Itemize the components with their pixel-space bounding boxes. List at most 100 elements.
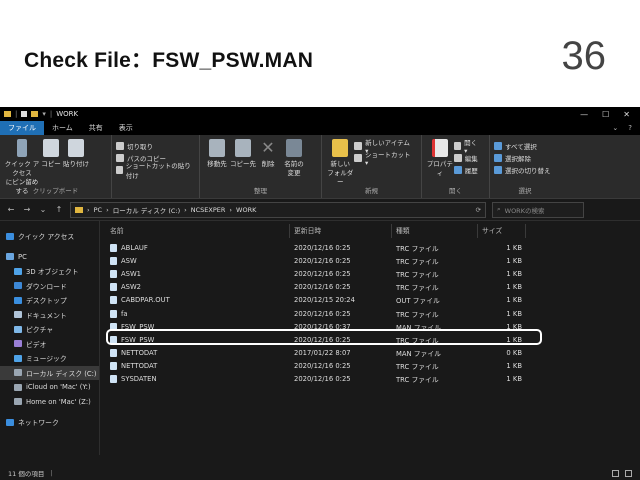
- file-row[interactable]: ABLAUF 2020/12/16 0:25 TRC ファイル 1 KB: [100, 241, 640, 254]
- invert-selection-button[interactable]: 選択の切り替え: [494, 165, 551, 175]
- file-row[interactable]: CABDPAR.OUT 2020/12/15 20:24 OUT ファイル 1 KB: [100, 294, 640, 307]
- ribbon-tabs: ファイル ホーム 共有 表示 ⌄ ?: [0, 121, 640, 135]
- breadcrumb-work[interactable]: WORK: [236, 206, 256, 214]
- shortcut-icon: [354, 154, 362, 162]
- breadcrumb-pc[interactable]: PC: [94, 206, 102, 214]
- sidebar-item[interactable]: iCloud on 'Mac' (Y:): [0, 380, 99, 395]
- address-bar[interactable]: › PC › ローカル ディスク (C:) › NCSEXPER › WORK …: [70, 201, 486, 218]
- column-type-header[interactable]: 種類: [392, 224, 478, 238]
- sidebar-item[interactable]: デスクトップ: [0, 293, 99, 308]
- file-icon: [110, 375, 117, 384]
- file-row[interactable]: SYSDATEN 2020/12/16 0:25 TRC ファイル 1 KB: [100, 373, 640, 386]
- invert-selection-icon: [494, 166, 502, 174]
- quick-access-dropdown-icon[interactable]: ▾: [42, 110, 46, 118]
- refresh-icon[interactable]: ⟳: [476, 206, 481, 214]
- slide-page-number: 36: [561, 34, 607, 78]
- file-size: 1 KB: [506, 243, 522, 252]
- file-name-cell: fa: [100, 309, 290, 318]
- item-count: 11 個の項目: [8, 470, 45, 478]
- sidebar-item[interactable]: PC: [0, 250, 99, 265]
- sidebar-item-label: 3D オブジェクト: [26, 268, 79, 277]
- history-label: 履歴: [464, 167, 478, 175]
- history-button[interactable]: 履歴: [453, 165, 481, 175]
- select-all-label: すべて選択: [505, 143, 537, 151]
- sidebar-item-label: ドキュメント: [26, 311, 67, 320]
- file-icon: [110, 296, 117, 305]
- select-none-button[interactable]: 選択解除: [494, 153, 551, 163]
- sidebar-item[interactable]: ビデオ: [0, 337, 99, 352]
- tab-view[interactable]: 表示: [111, 121, 141, 135]
- file-date: 2020/12/16 0:25: [294, 375, 351, 384]
- file-icon: [110, 309, 117, 318]
- file-row[interactable]: NETTODAT 2017/01/22 8:07 MAN ファイル 0 KB: [100, 347, 640, 360]
- new-folder-icon[interactable]: [31, 111, 39, 117]
- file-date: 2020/12/16 0:25: [294, 362, 351, 371]
- file-type: TRC ファイル: [396, 270, 439, 279]
- tab-file[interactable]: ファイル: [0, 121, 44, 135]
- divider: |: [49, 110, 53, 118]
- sidebar-item-label: Home on 'Mac' (Z:): [26, 397, 91, 406]
- sidebar-item[interactable]: ピクチャ: [0, 322, 99, 337]
- large-icons-view-icon[interactable]: [625, 469, 632, 477]
- paste-shortcut-button[interactable]: ショートカットの貼り付け: [116, 162, 191, 180]
- copy-icon: [43, 139, 59, 157]
- sidebar-item-label: ネットワーク: [18, 419, 59, 428]
- select-none-icon: [494, 154, 502, 162]
- easy-access-button[interactable]: ショートカット ▾: [354, 151, 413, 167]
- back-icon[interactable]: ←: [6, 205, 16, 214]
- file-date: 2020/12/16 0:25: [294, 243, 351, 252]
- up-icon[interactable]: ↑: [54, 205, 64, 214]
- maximize-icon[interactable]: ☐: [602, 110, 609, 119]
- file-row[interactable]: ASW2 2020/12/16 0:25 TRC ファイル 1 KB: [100, 281, 640, 294]
- chevron-down-icon[interactable]: ⌄: [612, 124, 618, 132]
- sidebar-item[interactable]: クイック アクセス: [0, 229, 99, 244]
- paste-shortcut-label: ショートカットの貼り付け: [125, 162, 191, 180]
- recent-chevron-icon[interactable]: ⌄: [38, 205, 48, 214]
- sidebar-item[interactable]: ネットワーク: [0, 415, 99, 430]
- sidebar-item[interactable]: ローカル ディスク (C:): [0, 365, 99, 380]
- copy-to-icon: [235, 139, 251, 157]
- file-name-cell: ABLAUF: [100, 243, 290, 252]
- open-button[interactable]: 開く ▾: [453, 139, 481, 155]
- column-name-header[interactable]: 名前: [100, 224, 290, 238]
- file-name: CABDPAR.OUT: [121, 296, 170, 305]
- breadcrumb-drive[interactable]: ローカル ディスク (C:): [113, 205, 180, 215]
- file-row[interactable]: fa 2020/12/16 0:25 TRC ファイル 1 KB: [100, 307, 640, 320]
- breadcrumb-ncsexper[interactable]: NCSEXPER: [191, 206, 226, 214]
- search-input[interactable]: ⌕ WORKの検索: [492, 201, 584, 218]
- tab-share[interactable]: 共有: [81, 121, 111, 135]
- ribbon-group-select: すべて選択 選択解除 選択の切り替え 選択: [490, 135, 560, 198]
- sidebar-item-label: ピクチャ: [26, 326, 54, 335]
- details-view-icon[interactable]: [612, 469, 619, 477]
- help-icon[interactable]: ?: [628, 124, 632, 132]
- column-date-header[interactable]: 更新日時: [290, 224, 392, 238]
- file-row[interactable]: NETTODAT 2020/12/16 0:25 TRC ファイル 1 KB: [100, 360, 640, 373]
- select-all-button[interactable]: すべて選択: [494, 141, 551, 151]
- sidebar-item-label: ローカル ディスク (C:): [26, 369, 97, 378]
- forward-icon[interactable]: →: [22, 205, 32, 214]
- file-row[interactable]: ASW 2020/12/16 0:25 TRC ファイル 1 KB: [100, 254, 640, 267]
- edit-button[interactable]: 編集: [453, 153, 481, 163]
- paste-label: 貼り付け: [63, 160, 89, 168]
- new-folder-label: 新しい フォルダー: [327, 160, 354, 186]
- cut-button[interactable]: 切り取り: [116, 141, 191, 151]
- minimize-icon[interactable]: —: [580, 110, 588, 119]
- file-type: TRC ファイル: [396, 244, 439, 253]
- close-icon[interactable]: ✕: [623, 110, 630, 119]
- sidebar-item[interactable]: ドキュメント: [0, 308, 99, 323]
- title-bar: | ▾ | WORK — ☐ ✕: [0, 107, 640, 121]
- sidebar-item[interactable]: ミュージック: [0, 351, 99, 366]
- tab-home[interactable]: ホーム: [44, 121, 81, 135]
- address-bar-row: ← → ⌄ ↑ › PC › ローカル ディスク (C:) › NCSEXPER…: [0, 199, 640, 221]
- breadcrumb-separator: ›: [184, 205, 187, 214]
- sidebar-item[interactable]: Home on 'Mac' (Z:): [0, 395, 99, 410]
- delete-icon: ✕: [261, 138, 275, 157]
- nav-item-icon: [14, 325, 22, 333]
- file-row[interactable]: ASW1 2020/12/16 0:25 TRC ファイル 1 KB: [100, 267, 640, 280]
- sidebar-item[interactable]: ダウンロード: [0, 279, 99, 294]
- properties-icon[interactable]: [21, 111, 28, 117]
- sidebar-item[interactable]: 3D オブジェクト: [0, 264, 99, 279]
- window-title: WORK: [56, 110, 79, 118]
- nav-item-icon: [14, 311, 22, 319]
- column-size-header[interactable]: サイズ: [478, 224, 526, 238]
